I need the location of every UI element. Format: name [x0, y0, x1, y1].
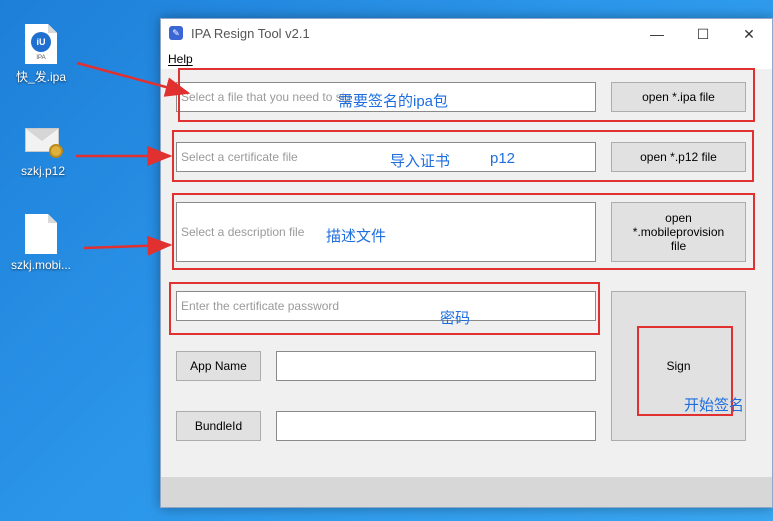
annotation-arrows	[76, 61, 191, 256]
arrow-to-desc	[83, 235, 173, 256]
arrow-to-ipa	[76, 61, 191, 97]
